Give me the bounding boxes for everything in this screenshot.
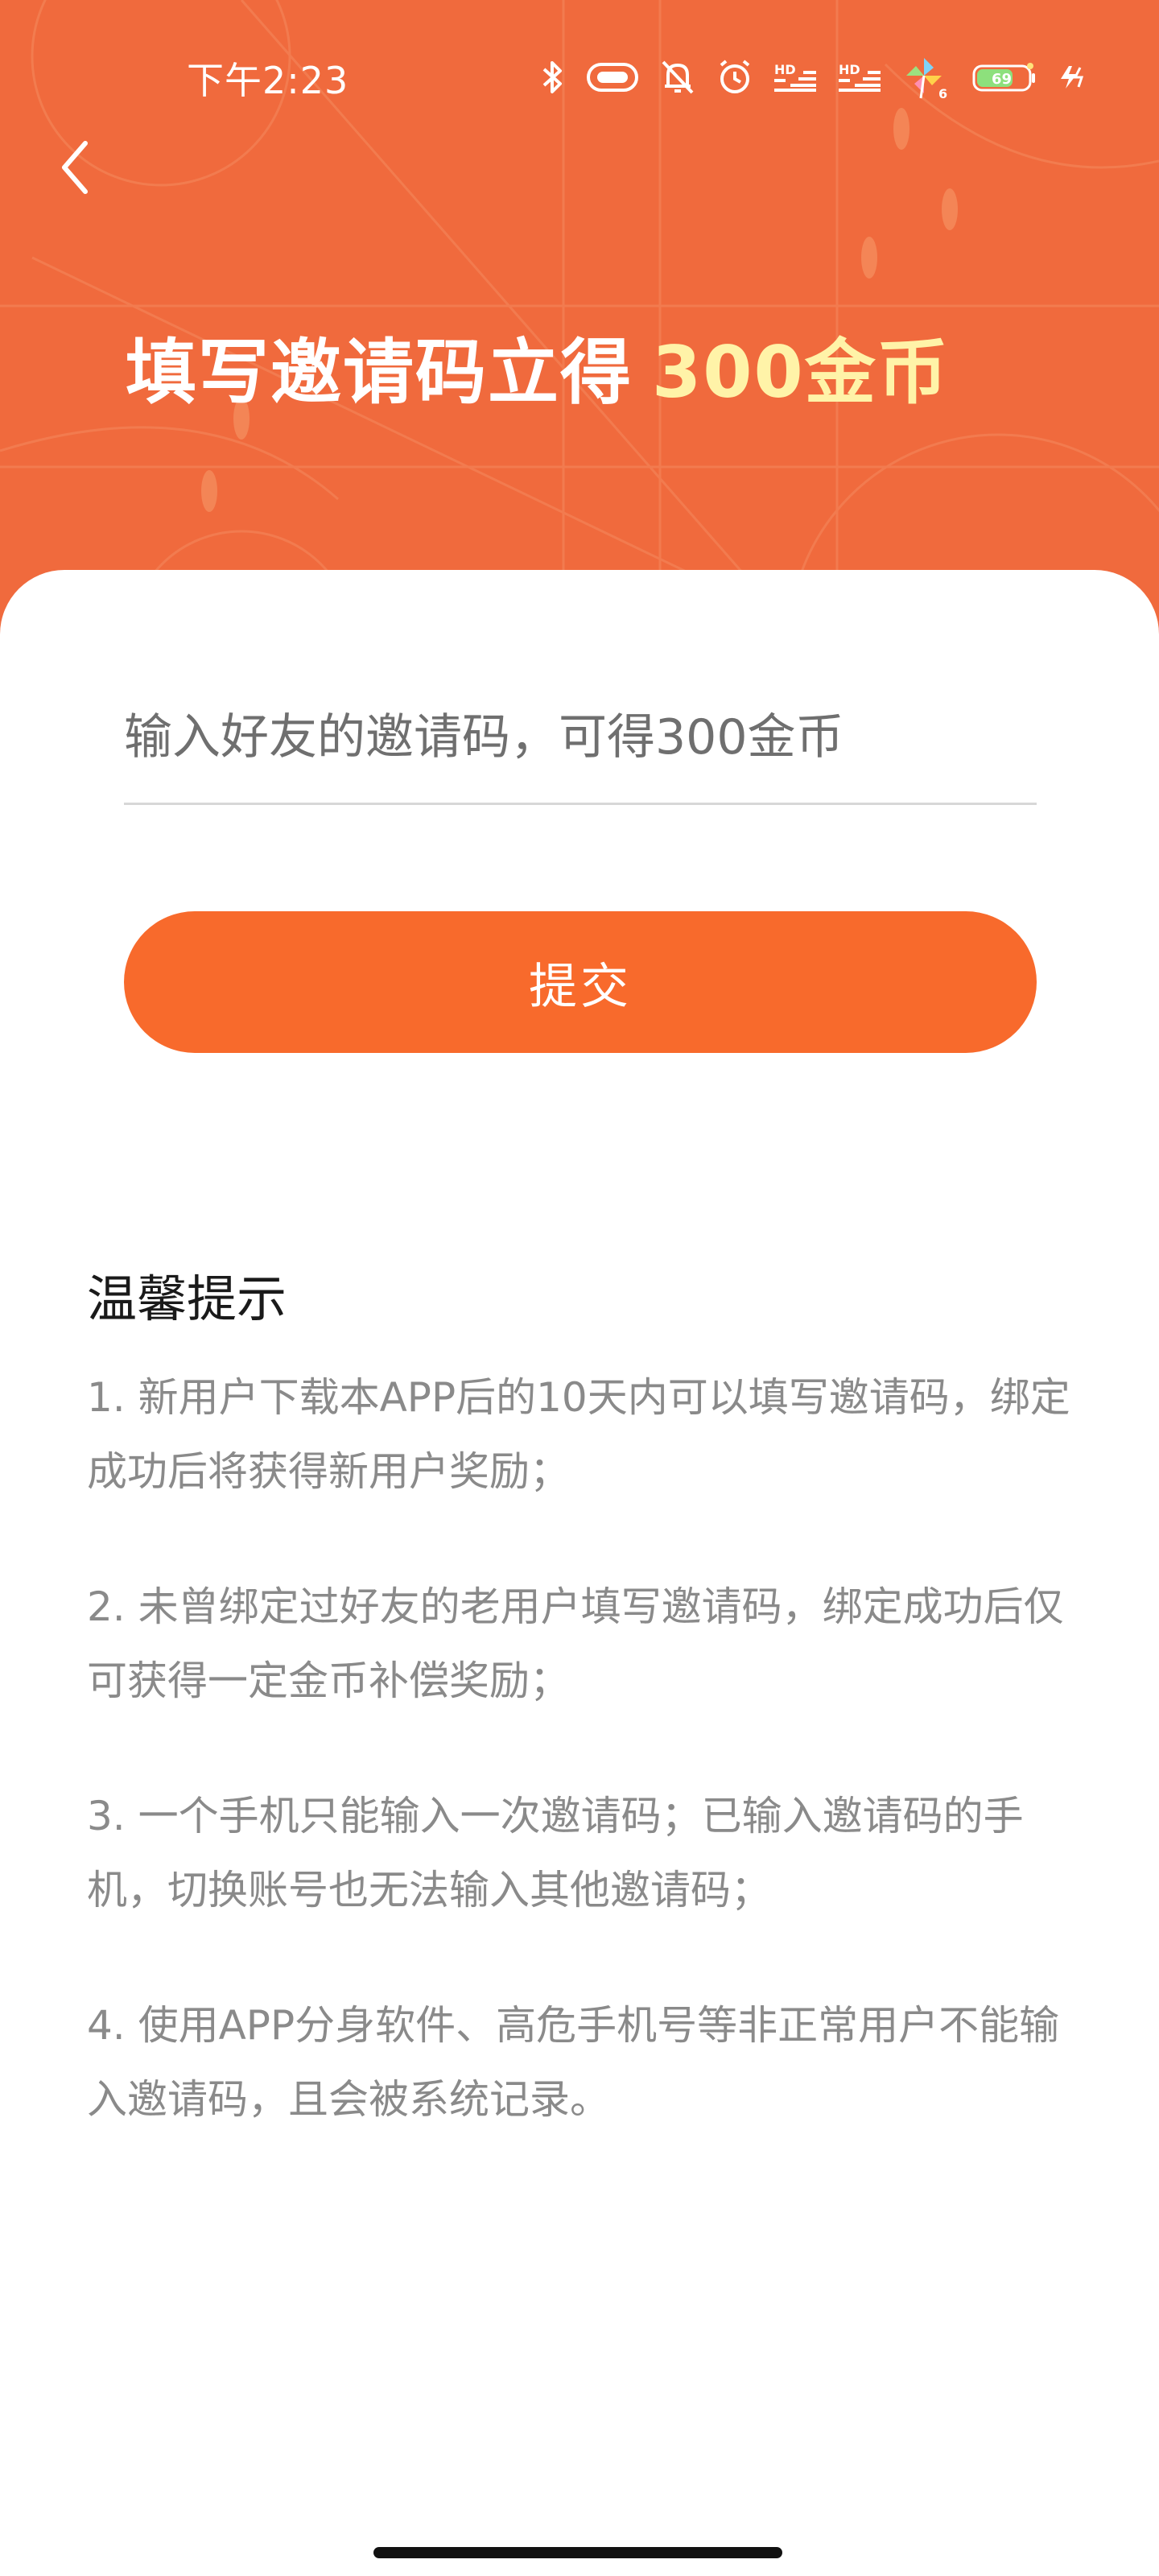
content-card: 提交 温馨提示 1. 新用户下载本APP后的10天内可以填写邀请码，绑定成功后将… xyxy=(0,570,1159,2576)
invite-code-input[interactable] xyxy=(124,691,1037,805)
battery-level: 69 xyxy=(992,71,1012,88)
hero-title: 填写邀请码立得 300金币 xyxy=(126,316,950,418)
tip-item-3: 3. 一个手机只能输入一次邀请码；已输入邀请码的手机，切换账号也无法输入其他邀请… xyxy=(87,1793,1024,1913)
tips-list: 1. 新用户下载本APP后的10天内可以填写邀请码，绑定成功后将获得新用户奖励；… xyxy=(87,1360,1095,2198)
pinwheel-icon: 6 xyxy=(903,56,951,100)
submit-button[interactable]: 提交 xyxy=(124,911,1037,1053)
tip-item-2: 2. 未曾绑定过好友的老用户填写邀请码，绑定成功后仅可获得一定金币补偿奖励； xyxy=(87,1583,1064,1704)
chevron-left-icon xyxy=(62,141,88,194)
bluetooth-icon xyxy=(541,56,565,98)
tips-title: 温馨提示 xyxy=(87,1269,287,1328)
mute-bell-icon xyxy=(660,56,695,98)
hero-title-main: 填写邀请码立得 xyxy=(126,331,633,414)
status-bar: 下午2:23 HD HD 6 69 xyxy=(0,0,1159,153)
battery-icon: 69 xyxy=(972,56,1037,98)
hd-label-2: HD xyxy=(839,62,860,77)
hd-signal-icon: HD xyxy=(774,56,818,98)
tip-item-4: 4. 使用APP分身软件、高危手机号等非正常用户不能输入邀请码，且会被系统记录。 xyxy=(87,2002,1060,2123)
charging-icon xyxy=(1058,56,1087,98)
home-indicator[interactable] xyxy=(373,2547,782,2558)
invite-code-screen: 下午2:23 HD HD 6 69 填写邀请码立得 300金币 输入好友的邀请码… xyxy=(0,0,1159,2576)
alarm-icon xyxy=(716,56,753,98)
hd-signal-icon-2: HD xyxy=(839,56,882,98)
status-time: 下午2:23 xyxy=(187,59,349,102)
hero-title-highlight: 300金币 xyxy=(652,331,950,414)
svg-text:6: 6 xyxy=(938,86,947,100)
back-button[interactable] xyxy=(45,137,106,198)
status-icons: HD HD 6 69 xyxy=(541,53,1087,101)
vibrate-icon xyxy=(586,56,639,98)
tip-item-1: 1. 新用户下载本APP后的10天内可以填写邀请码，绑定成功后将获得新用户奖励； xyxy=(87,1374,1070,1495)
hd-label-1: HD xyxy=(774,62,796,77)
